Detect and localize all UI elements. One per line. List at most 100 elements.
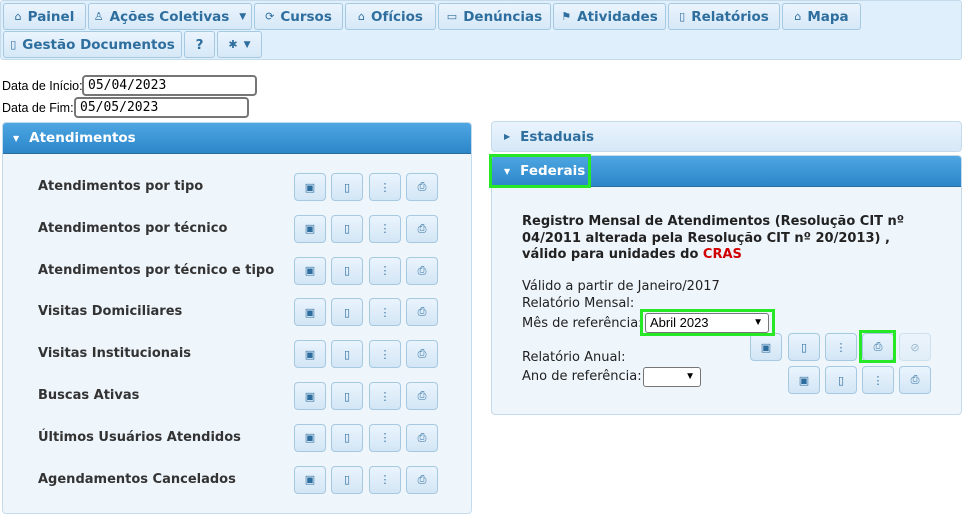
- annual-grid-button[interactable]: ⋮: [862, 366, 894, 394]
- document-button[interactable]: ▯: [331, 465, 363, 494]
- document-button[interactable]: ▯: [331, 423, 363, 452]
- image-icon: ▣: [304, 431, 316, 445]
- report-row: Agendamentos Cancelados ▣ ▯ ⋮ ⎙: [3, 465, 473, 496]
- document-icon: ▯: [343, 473, 351, 487]
- end-date-label: Data de Fim:: [2, 101, 74, 115]
- grid-button[interactable]: ⋮: [369, 298, 401, 327]
- image-icon: ▣: [304, 264, 316, 278]
- nav-gestao-documentos[interactable]: ▯ Gestão Documentos: [3, 31, 182, 58]
- chart-button[interactable]: ▣: [294, 382, 326, 410]
- estaduais-header[interactable]: ▶ Estaduais: [491, 121, 962, 152]
- chart-button[interactable]: ▣: [294, 465, 326, 494]
- monthly-print-button[interactable]: ⎙: [862, 333, 894, 361]
- printer-icon: ⎙: [417, 347, 427, 361]
- grid-button[interactable]: ⋮: [369, 465, 401, 494]
- nav-relatorios[interactable]: ▯ Relatórios: [668, 3, 780, 30]
- start-date-label: Data de Início:: [2, 79, 83, 93]
- description-line: válido para unidades do CRAS: [522, 247, 904, 264]
- image-icon: ▣: [304, 222, 316, 236]
- description-line: 04/2011 alterada pela Resolução CIT nº 2…: [522, 230, 890, 246]
- monthly-chart-button[interactable]: ▣: [750, 333, 782, 361]
- nav-mapa[interactable]: ⌂ Mapa: [782, 3, 861, 30]
- print-button[interactable]: ⎙: [406, 340, 438, 369]
- chevron-down-icon: ▼: [239, 11, 247, 22]
- nav-oficios[interactable]: ⌂ Ofícios: [345, 3, 436, 30]
- gear-icon: ✱: [228, 38, 238, 51]
- annual-chart-button[interactable]: ▣: [788, 366, 820, 394]
- export-icon: ⊘: [910, 340, 920, 354]
- grid-button[interactable]: ⋮: [369, 214, 401, 243]
- nav-label: Gestão Documentos: [22, 36, 175, 53]
- triangle-down-icon: ▼: [13, 133, 20, 143]
- nav-atividades[interactable]: ⚑ Atividades: [553, 3, 666, 30]
- print-button[interactable]: ⎙: [406, 423, 438, 452]
- document-icon: ▯: [10, 38, 17, 51]
- print-button[interactable]: ⎙: [406, 465, 438, 494]
- year-ref-select[interactable]: ▼: [643, 367, 701, 387]
- document-button[interactable]: ▯: [331, 382, 363, 410]
- monthly-report-label: Relatório Mensal:: [522, 296, 635, 311]
- document-button[interactable]: ▯: [331, 173, 363, 201]
- image-icon: ▣: [304, 473, 316, 487]
- monthly-export-button[interactable]: ⊘: [899, 333, 931, 361]
- main-navbar: ⌂ Painel ♙ Ações Coletivas ▼ ⟳ Cursos ⌂ …: [0, 0, 962, 60]
- nav-help[interactable]: ?: [184, 31, 215, 58]
- atendimentos-header[interactable]: ▼ Atendimentos: [3, 123, 471, 154]
- grid-button[interactable]: ⋮: [369, 382, 401, 410]
- printer-icon: ⎙: [417, 389, 427, 402]
- print-button[interactable]: ⎙: [406, 382, 438, 410]
- courses-icon: ⟳: [265, 10, 275, 23]
- document-button[interactable]: ▯: [331, 340, 363, 369]
- print-button[interactable]: ⎙: [406, 256, 438, 285]
- grid-button[interactable]: ⋮: [369, 340, 401, 369]
- annual-print-button[interactable]: ⎙: [899, 366, 931, 394]
- description-text: válido para unidades do: [522, 247, 703, 262]
- grip-icon: ⋮: [379, 264, 391, 278]
- nav-label: ?: [195, 36, 204, 53]
- document-button[interactable]: ▯: [331, 298, 363, 327]
- monthly-document-button[interactable]: ▯: [788, 333, 820, 361]
- printer-icon: ⎙: [417, 305, 427, 319]
- nav-denuncias[interactable]: ▭ Denúncias: [438, 3, 551, 30]
- home-icon: ⌂: [14, 10, 22, 23]
- print-button[interactable]: ⎙: [406, 173, 438, 201]
- image-icon: ▣: [304, 180, 316, 194]
- document-icon: ▯: [343, 180, 351, 194]
- report-row: Visitas Domiciliares ▣ ▯ ⋮ ⎙: [3, 298, 473, 328]
- grid-button[interactable]: ⋮: [369, 256, 401, 285]
- print-button[interactable]: ⎙: [406, 298, 438, 327]
- document-button[interactable]: ▯: [331, 214, 363, 243]
- year-ref-label: Ano de referência:: [522, 369, 642, 384]
- month-ref-select[interactable]: Abril 2023 ▼: [645, 313, 769, 333]
- cras-label: CRAS: [702, 247, 742, 262]
- nav-acoes-coletivas[interactable]: ♙ Ações Coletivas ▼: [88, 3, 252, 30]
- flag-icon: ⚑: [561, 10, 572, 23]
- chart-button[interactable]: ▣: [294, 214, 326, 243]
- federais-header[interactable]: ▼ Federais: [492, 156, 961, 187]
- start-date-input[interactable]: 05/04/2023: [82, 75, 257, 96]
- grid-button[interactable]: ⋮: [369, 173, 401, 201]
- grid-button[interactable]: ⋮: [369, 423, 401, 452]
- annual-document-button[interactable]: ▯: [825, 366, 857, 394]
- nav-painel[interactable]: ⌂ Painel: [3, 3, 86, 30]
- monthly-grid-button[interactable]: ⋮: [825, 333, 857, 361]
- chevron-down-icon: ▼: [753, 317, 763, 328]
- image-icon: ▣: [304, 389, 316, 403]
- chart-button[interactable]: ▣: [294, 423, 326, 452]
- nav-settings[interactable]: ✱ ▼: [217, 31, 262, 58]
- chart-button[interactable]: ▣: [294, 256, 326, 285]
- report-label: Visitas Domiciliares: [38, 304, 183, 320]
- nav-label: Ofícios: [371, 8, 423, 25]
- document-icon: ▯: [837, 373, 845, 387]
- chart-button[interactable]: ▣: [294, 340, 326, 369]
- print-button[interactable]: ⎙: [406, 214, 438, 243]
- report-row: Visitas Institucionais ▣ ▯ ⋮ ⎙: [3, 340, 473, 370]
- chart-button[interactable]: ▣: [294, 173, 326, 201]
- nav-label: Painel: [27, 8, 75, 25]
- nav-cursos[interactable]: ⟳ Cursos: [254, 3, 343, 30]
- end-date-input[interactable]: 05/05/2023: [74, 97, 249, 118]
- report-row: Buscas Ativas ▣ ▯ ⋮ ⎙: [3, 382, 473, 412]
- chart-button[interactable]: ▣: [294, 298, 326, 327]
- grip-icon: ⋮: [872, 373, 884, 387]
- document-button[interactable]: ▯: [331, 256, 363, 285]
